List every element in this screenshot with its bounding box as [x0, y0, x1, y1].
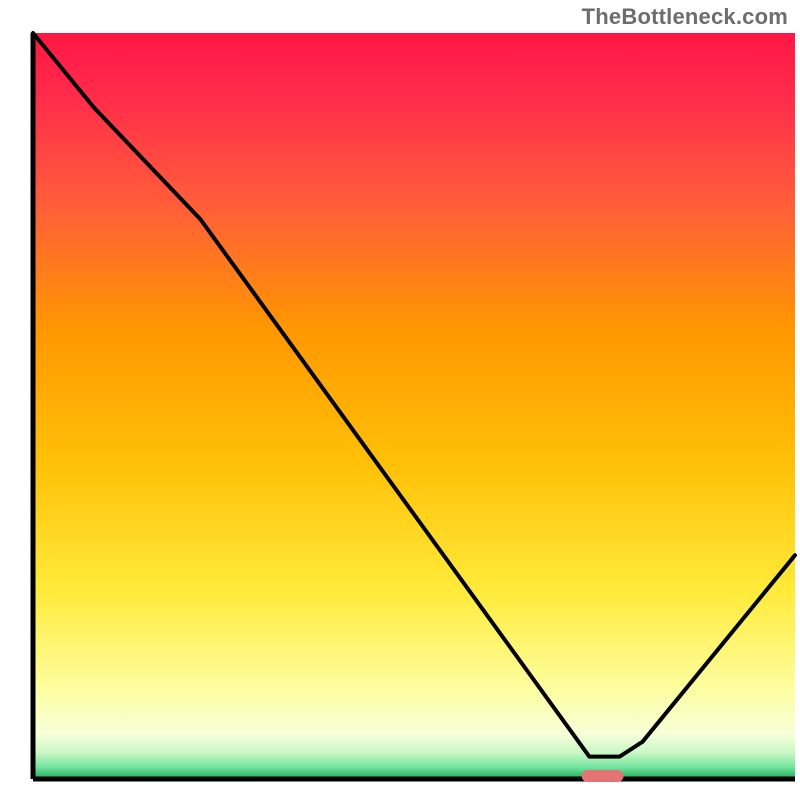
watermark-text: TheBottleneck.com [582, 4, 788, 30]
optimum-marker [582, 770, 624, 782]
bottleneck-chart [0, 0, 800, 800]
plot-gradient-area [33, 33, 795, 779]
